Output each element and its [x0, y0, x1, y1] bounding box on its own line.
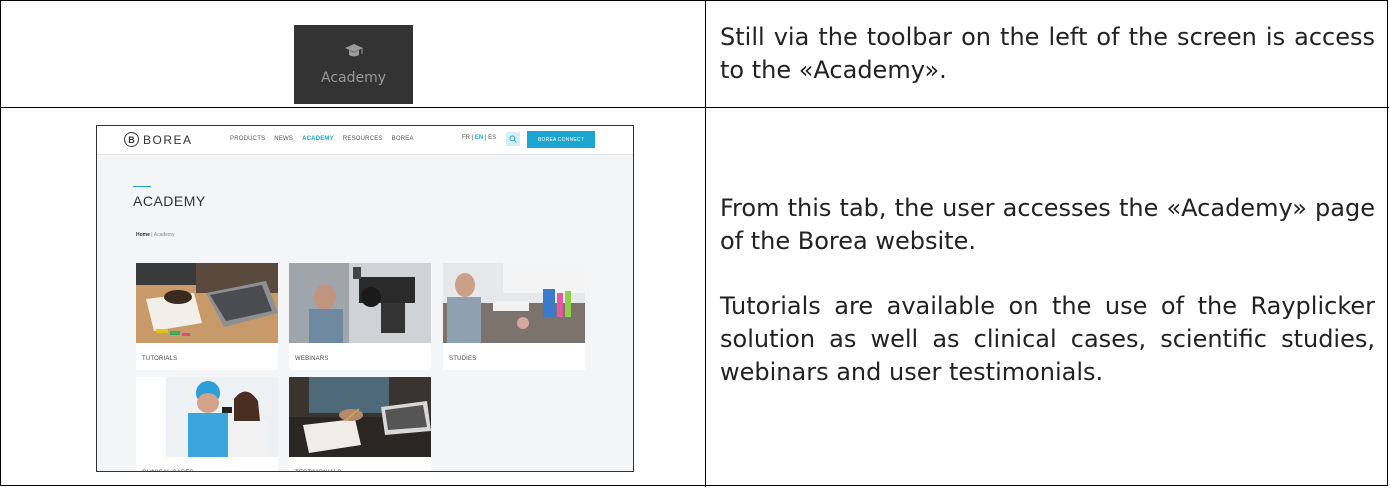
site-nav-menu: PRODUCTS NEWS ACADEMY RESOURCES BOREA — [230, 136, 414, 142]
nav-item-borea[interactable]: BOREA — [392, 136, 414, 142]
webinars-photo — [289, 263, 431, 343]
lang-fr[interactable]: FR — [462, 135, 470, 141]
toolbar-description: Still via the toolbar on the left of the… — [720, 23, 1375, 84]
academy-page-description: From this tab, the user accesses the «Ac… — [720, 194, 1375, 255]
card-clinical-cases[interactable]: CLINICAL CASES — [136, 377, 278, 471]
tutorials-photo — [136, 263, 278, 343]
row2-text-cell: From this tab, the user accesses the «Ac… — [706, 108, 1389, 487]
row2-image-cell: B BOREA PRODUCTS NEWS ACADEMY RESOURCES … — [1, 108, 705, 487]
borea-academy-screenshot: B BOREA PRODUCTS NEWS ACADEMY RESOURCES … — [96, 125, 634, 472]
card-studies[interactable]: STUDIES — [443, 263, 585, 370]
nav-item-academy[interactable]: ACADEMY — [302, 136, 334, 142]
academy-button-label: Academy — [320, 70, 387, 86]
card-testimonials[interactable]: TESTIMONIALS — [289, 377, 431, 471]
row1-image-cell: Academy — [1, 1, 705, 107]
breadcrumb: Home | Academy — [136, 232, 175, 238]
card-label-studies: STUDIES — [449, 356, 477, 362]
lang-en[interactable]: EN — [475, 135, 483, 141]
site-search-button[interactable] — [506, 132, 520, 146]
nav-item-news[interactable]: NEWS — [274, 136, 293, 142]
borea-logo-mark: B — [124, 132, 139, 147]
borea-logo-text: BOREA — [143, 132, 193, 147]
borea-connect-button[interactable]: BOREA CONNECT — [527, 131, 595, 148]
card-label-testimonials: TESTIMONIALS — [289, 462, 431, 471]
lang-es[interactable]: ES — [488, 135, 496, 141]
graduation-cap-icon — [345, 44, 363, 57]
site-navbar: B BOREA PRODUCTS NEWS ACADEMY RESOURCES … — [97, 126, 633, 155]
search-icon — [509, 135, 517, 143]
academy-content-description: Tutorials are available on the use of th… — [720, 292, 1375, 386]
nav-item-resources[interactable]: RESOURCES — [343, 136, 383, 142]
clinical-cases-photo — [136, 377, 278, 457]
card-label-tutorials: TUTORIALS — [142, 356, 178, 362]
card-label-webinars: WEBINARS — [295, 356, 329, 362]
breadcrumb-separator: | — [151, 232, 153, 238]
row1-text-cell: Still via the toolbar on the left of the… — [706, 1, 1389, 107]
borea-logo[interactable]: B BOREA — [124, 132, 193, 147]
breadcrumb-current: Academy — [153, 232, 175, 238]
testimonials-photo — [289, 377, 431, 457]
breadcrumb-home[interactable]: Home — [136, 232, 150, 238]
card-webinars[interactable]: WEBINARS — [289, 263, 431, 370]
title-accent-line — [133, 186, 151, 187]
academy-toolbar-button[interactable]: Academy — [294, 25, 413, 104]
card-label-clinical-cases: CLINICAL CASES — [136, 462, 278, 471]
studies-photo — [443, 263, 585, 343]
language-switcher: FR | EN | ES — [462, 135, 497, 141]
card-tutorials[interactable]: TUTORIALS — [136, 263, 278, 370]
nav-item-products[interactable]: PRODUCTS — [230, 136, 265, 142]
page-title: ACADEMY — [133, 193, 206, 209]
document-table: Academy Still via the toolbar on the lef… — [0, 0, 1389, 487]
